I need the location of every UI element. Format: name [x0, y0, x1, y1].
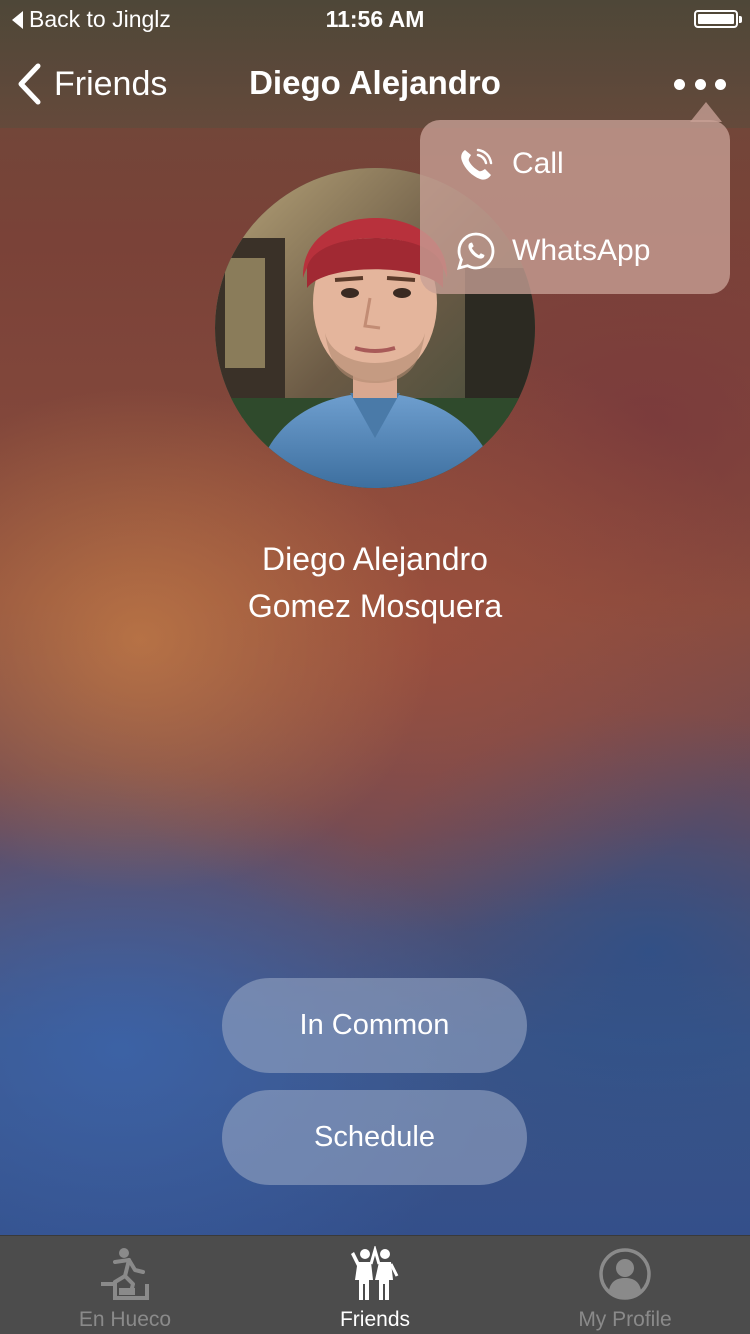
more-horizontal-icon	[674, 78, 685, 90]
tab-friends[interactable]: Friends	[250, 1236, 500, 1334]
tab-my-profile-label: My Profile	[578, 1308, 672, 1331]
more-options-button[interactable]	[674, 70, 726, 98]
popover-notch	[690, 102, 722, 122]
profile-full-name: Diego Alejandro Gomez Mosquera	[0, 536, 750, 630]
friend-profile-screen: Back to Jinglz 11:56 AM Friends Diego Al…	[0, 0, 750, 1334]
schedule-button[interactable]: Schedule	[222, 1090, 527, 1185]
whatsapp-option-label: WhatsApp	[512, 233, 651, 267]
running-person-icon	[101, 1248, 149, 1300]
tab-bar: En Hueco Friends My Profile	[0, 1235, 750, 1334]
whatsapp-icon	[456, 232, 495, 270]
status-time: 11:56 AM	[325, 6, 425, 32]
battery-icon	[694, 10, 742, 28]
profile-icon	[599, 1248, 651, 1300]
tab-friends-label: Friends	[339, 1308, 411, 1331]
status-bar: Back to Jinglz 11:56 AM	[0, 0, 750, 40]
whatsapp-option[interactable]: WhatsApp	[420, 207, 730, 294]
navigation-bar: Back to Jinglz 11:56 AM Friends Diego Al…	[0, 0, 750, 128]
call-option-label: Call	[512, 146, 564, 180]
profile-first-name: Diego Alejandro	[262, 541, 488, 577]
contact-options-popover: Call WhatsApp	[420, 102, 730, 294]
in-common-button[interactable]: In Common	[222, 978, 527, 1073]
call-option[interactable]: Call	[420, 120, 730, 207]
page-title: Diego Alejandro	[249, 64, 501, 101]
tab-en-hueco[interactable]: En Hueco	[0, 1236, 250, 1334]
tab-my-profile[interactable]: My Profile	[500, 1236, 750, 1334]
friends-icon	[351, 1246, 399, 1300]
phone-icon	[461, 148, 493, 180]
tab-en-hueco-label: En Hueco	[78, 1308, 172, 1331]
profile-last-name: Gomez Mosquera	[247, 588, 503, 624]
